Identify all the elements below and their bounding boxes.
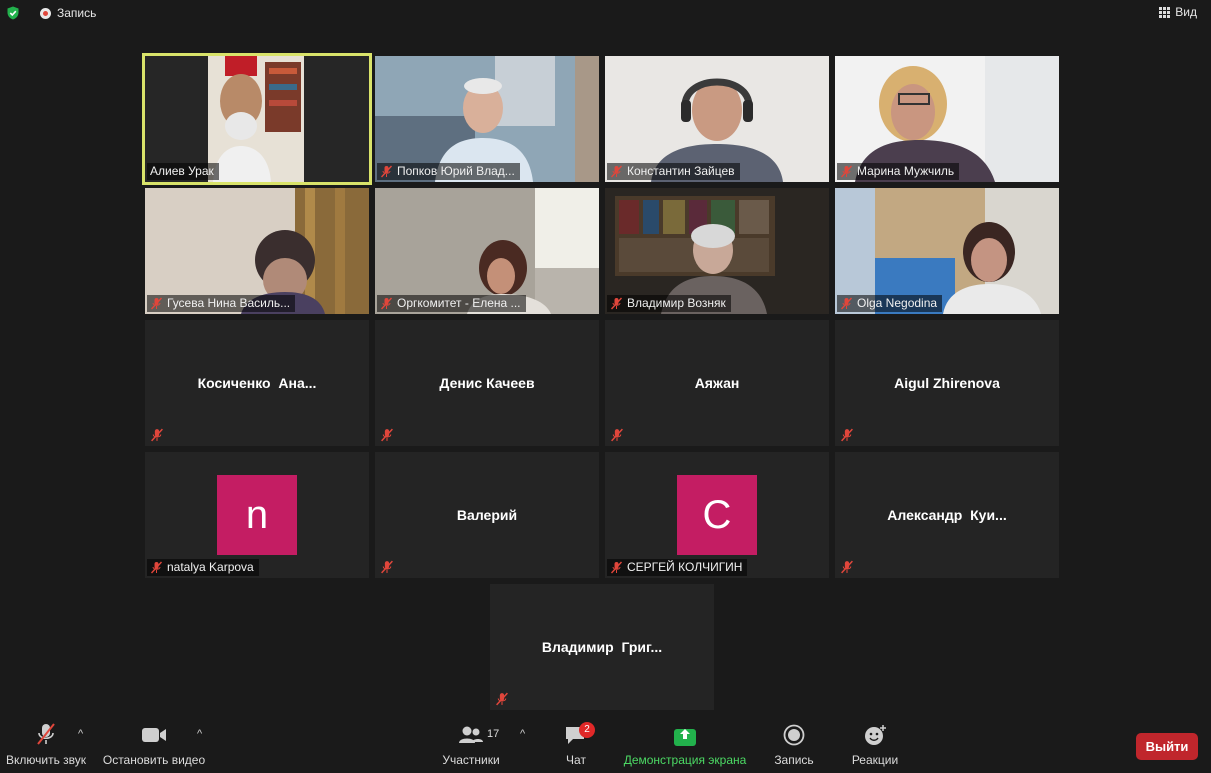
- video-tile[interactable]: Попков Юрий Влад...: [375, 56, 599, 182]
- participant-name-label: Попков Юрий Влад...: [377, 163, 520, 180]
- participants-options-chevron-icon[interactable]: ^: [520, 728, 525, 740]
- participant-tile[interactable]: Валерий: [375, 452, 599, 578]
- participant-name: Aigul Zhirenova: [894, 375, 1000, 391]
- participant-name-label: Алиев Урак: [147, 163, 219, 180]
- microphone-muted-icon: [840, 297, 853, 310]
- microphone-muted-icon: [610, 165, 623, 178]
- microphone-muted-icon: [380, 165, 393, 178]
- participant-name: Денис Качеев: [439, 375, 535, 391]
- reactions-smiley-icon: [865, 725, 886, 745]
- recording-icon: [40, 7, 51, 19]
- video-tile[interactable]: Гусева Нина Василь...: [145, 188, 369, 314]
- participant-name: Марина Мужчиль: [857, 164, 955, 178]
- participant-tile[interactable]: C СЕРГЕЙ КОЛЧИГИН: [605, 452, 829, 578]
- share-screen-icon: [674, 729, 696, 746]
- stop-video-label: Остановить видео: [102, 753, 206, 767]
- microphone-muted-icon: [496, 692, 508, 706]
- participant-name-label: Марина Мужчиль: [837, 163, 960, 180]
- participant-name: Olga Negodina: [857, 296, 938, 310]
- microphone-muted-icon: [37, 723, 55, 745]
- view-label: Вид: [1175, 5, 1197, 19]
- security-shield-icon[interactable]: [6, 6, 20, 20]
- participants-label: Участники: [442, 753, 500, 767]
- recording-indicator[interactable]: Запись: [40, 6, 96, 20]
- chat-unread-badge: 2: [579, 722, 595, 738]
- participant-name: Владимир Григ...: [541, 639, 663, 655]
- view-button[interactable]: Вид: [1159, 5, 1197, 19]
- stop-video-button[interactable]: Остановить видео: [100, 714, 208, 773]
- leave-meeting-button[interactable]: Выйти: [1136, 733, 1198, 760]
- participant-name: Алиев Урак: [150, 164, 214, 178]
- microphone-muted-icon: [610, 561, 623, 574]
- participant-tile[interactable]: Владимир Григ...: [490, 584, 714, 710]
- video-tile[interactable]: Алиев Урак: [145, 56, 369, 182]
- video-tile[interactable]: Константин Зайцев: [605, 56, 829, 182]
- record-icon: [783, 724, 805, 746]
- participant-name-label: natalya Karpova: [147, 559, 259, 576]
- video-tile[interactable]: Оргкомитет - Елена ...: [375, 188, 599, 314]
- microphone-muted-icon: [841, 428, 853, 442]
- video-tile[interactable]: Владимир Возняк: [605, 188, 829, 314]
- participant-tile[interactable]: n natalya Karpova: [145, 452, 369, 578]
- participant-name: Валерий: [456, 507, 518, 523]
- participants-count: 17: [487, 728, 500, 740]
- reactions-button[interactable]: Реакции: [846, 714, 904, 773]
- top-bar: Запись Вид: [0, 0, 1211, 26]
- avatar: n: [217, 475, 297, 555]
- recording-label: Запись: [57, 6, 97, 20]
- participant-name: Попков Юрий Влад...: [397, 164, 515, 178]
- audio-options-chevron-icon[interactable]: ^: [78, 728, 83, 740]
- participant-name-label: Olga Negodina: [837, 295, 943, 312]
- participants-button[interactable]: Участники: [436, 714, 506, 773]
- unmute-button[interactable]: Включить звук: [4, 714, 88, 773]
- record-label: Запись: [774, 753, 814, 767]
- avatar: C: [677, 475, 757, 555]
- participant-tile[interactable]: Александр Куи...: [835, 452, 1059, 578]
- video-tile[interactable]: Марина Мужчиль: [835, 56, 1059, 182]
- microphone-muted-icon: [150, 297, 163, 310]
- microphone-muted-icon: [381, 428, 393, 442]
- microphone-muted-icon: [150, 561, 163, 574]
- microphone-muted-icon: [611, 428, 623, 442]
- participant-name-label: Оргкомитет - Елена ...: [377, 295, 526, 312]
- share-screen-button[interactable]: Демонстрация экрана: [620, 714, 750, 773]
- participant-name: Гусева Нина Василь...: [167, 296, 291, 310]
- participant-name-label: Гусева Нина Василь...: [147, 295, 296, 312]
- microphone-muted-icon: [841, 560, 853, 574]
- participant-name-label: СЕРГЕЙ КОЛЧИГИН: [607, 559, 748, 576]
- microphone-muted-icon: [610, 297, 623, 310]
- microphone-muted-icon: [381, 560, 393, 574]
- video-options-chevron-icon[interactable]: ^: [197, 728, 202, 740]
- participant-name-label: Константин Зайцев: [607, 163, 740, 180]
- participant-tile[interactable]: Косиченко Ана...: [145, 320, 369, 446]
- record-button[interactable]: Запись: [768, 714, 820, 773]
- participants-icon: [459, 726, 483, 743]
- chat-label: Чат: [566, 753, 586, 767]
- participant-tile[interactable]: Аяжан: [605, 320, 829, 446]
- participant-name-label: Владимир Возняк: [607, 295, 731, 312]
- participant-name: Константин Зайцев: [627, 164, 735, 178]
- participant-tile[interactable]: Денис Качеев: [375, 320, 599, 446]
- video-camera-icon: [142, 728, 166, 742]
- participant-name: Владимир Возняк: [627, 296, 726, 310]
- participant-tile[interactable]: Aigul Zhirenova: [835, 320, 1059, 446]
- chat-button[interactable]: Чат 2: [555, 714, 597, 773]
- microphone-muted-icon: [380, 297, 393, 310]
- video-tile[interactable]: Olga Negodina: [835, 188, 1059, 314]
- meeting-toolbar: Включить звук ^ Остановить видео ^ Участ…: [0, 714, 1211, 773]
- participant-name: Аяжан: [694, 375, 740, 391]
- microphone-muted-icon: [151, 428, 163, 442]
- share-screen-label: Демонстрация экрана: [623, 753, 747, 767]
- reactions-label: Реакции: [851, 753, 899, 767]
- participant-name: natalya Karpova: [167, 560, 254, 574]
- participant-name: Оргкомитет - Елена ...: [397, 296, 521, 310]
- grid-view-icon: [1159, 6, 1171, 18]
- microphone-muted-icon: [840, 165, 853, 178]
- participant-name: СЕРГЕЙ КОЛЧИГИН: [627, 560, 743, 574]
- unmute-label: Включить звук: [5, 753, 87, 767]
- participant-name: Александр Куи...: [887, 507, 1007, 523]
- participant-name: Косиченко Ана...: [197, 375, 317, 391]
